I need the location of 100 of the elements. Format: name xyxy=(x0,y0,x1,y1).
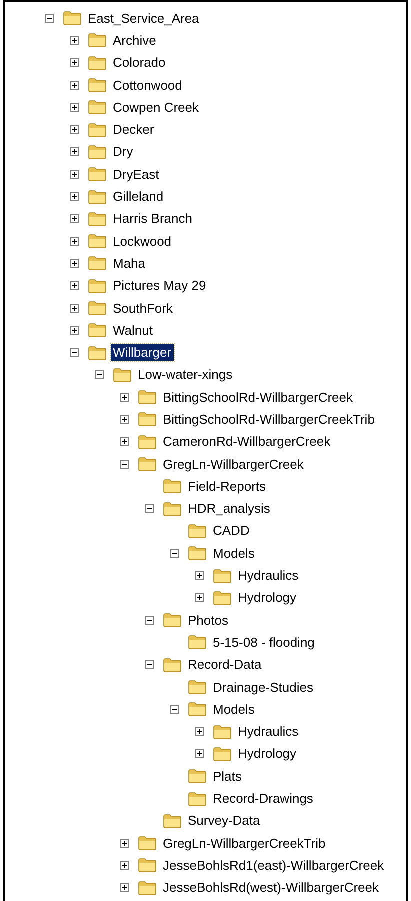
folder-label[interactable]: CADD xyxy=(211,522,252,540)
folder-icon xyxy=(163,612,182,628)
folder-icon xyxy=(163,812,182,829)
folder-label[interactable]: Field-Reports xyxy=(186,478,268,495)
folder-icon xyxy=(188,768,207,784)
folder-icon xyxy=(213,724,232,740)
collapse-icon[interactable] xyxy=(145,660,154,670)
expand-icon[interactable] xyxy=(70,236,79,246)
collapse-icon[interactable] xyxy=(145,616,154,625)
folder-label[interactable]: HDR_analysis xyxy=(186,500,272,518)
folder-label[interactable]: Maha xyxy=(111,254,148,272)
folder-label[interactable]: DryEast xyxy=(111,166,162,183)
folder-icon xyxy=(88,322,107,338)
folder-label[interactable]: Drainage-Studies xyxy=(211,678,316,696)
folder-label[interactable]: Decker xyxy=(111,121,156,138)
expand-icon[interactable] xyxy=(70,58,79,68)
folder-label[interactable]: CameronRd-WillbargerCreek xyxy=(161,433,333,450)
collapse-icon[interactable] xyxy=(70,348,79,358)
folder-icon xyxy=(88,32,107,48)
folder-label[interactable]: Record-Data xyxy=(186,656,264,674)
collapse-icon[interactable] xyxy=(145,504,154,514)
folder-label[interactable]: Archive xyxy=(111,32,158,49)
folder-label[interactable]: Hydraulics xyxy=(236,723,301,740)
folder-icon xyxy=(88,278,107,294)
folder-label[interactable]: Hydrology xyxy=(236,589,299,606)
folder-label[interactable]: Gilleland xyxy=(111,188,166,206)
folder-icon xyxy=(138,411,157,428)
folder-label[interactable]: Lockwood xyxy=(111,232,174,250)
expand-icon[interactable] xyxy=(120,883,129,892)
folder-icon xyxy=(88,166,107,182)
folder-icon xyxy=(213,590,232,606)
folder-label[interactable]: Record-Drawings xyxy=(211,790,316,808)
expand-icon[interactable] xyxy=(70,147,79,156)
folder-icon xyxy=(213,746,232,762)
folder-icon xyxy=(188,679,207,696)
expand-icon[interactable] xyxy=(70,214,79,224)
folder-label[interactable]: BittingSchoolRd-WillbargerCreek xyxy=(161,388,356,406)
folder-label[interactable]: Models xyxy=(211,544,257,562)
folder-icon xyxy=(138,880,157,896)
folder-label[interactable]: Models xyxy=(211,700,257,718)
folder-label[interactable]: Plats xyxy=(211,768,244,785)
folder-label[interactable]: Hydrology xyxy=(236,745,299,762)
folder-label[interactable]: Harris Branch xyxy=(111,210,194,228)
expand-icon[interactable] xyxy=(120,838,129,848)
expand-icon[interactable] xyxy=(70,170,79,179)
folder-icon xyxy=(188,790,207,807)
collapse-icon[interactable] xyxy=(120,460,129,469)
expand-icon[interactable] xyxy=(70,80,79,90)
expand-icon[interactable] xyxy=(70,281,79,290)
collapse-icon[interactable] xyxy=(95,370,104,380)
expand-icon[interactable] xyxy=(70,36,79,45)
expand-icon[interactable] xyxy=(195,571,204,580)
expand-icon[interactable] xyxy=(195,727,204,736)
folder-label[interactable]: Photos xyxy=(186,612,230,629)
folder-icon xyxy=(138,857,157,874)
folder-label[interactable]: Willbarger xyxy=(111,344,174,362)
expand-icon[interactable] xyxy=(120,860,129,870)
expand-icon[interactable] xyxy=(70,258,79,268)
folder-icon xyxy=(88,99,107,116)
expand-icon[interactable] xyxy=(195,749,204,758)
folder-label[interactable]: East_Service_Area xyxy=(86,10,202,27)
folder-label[interactable]: Cottonwood xyxy=(111,76,184,94)
expand-icon[interactable] xyxy=(70,102,79,112)
expand-icon[interactable] xyxy=(120,414,129,424)
collapse-icon[interactable] xyxy=(45,14,54,23)
expand-icon[interactable] xyxy=(195,593,204,602)
folder-icon xyxy=(138,434,157,450)
folder-label[interactable]: GregLn-WillbargerCreek xyxy=(161,456,306,473)
collapse-icon[interactable] xyxy=(170,704,179,714)
folder-label[interactable]: Pictures May 29 xyxy=(111,277,208,294)
expand-icon[interactable] xyxy=(70,125,79,134)
folder-label[interactable]: JesseBohlsRd(west)-WillbargerCreek xyxy=(161,879,382,896)
folder-label[interactable]: SouthFork xyxy=(111,300,175,316)
folder-icon xyxy=(188,701,207,718)
folder-icon xyxy=(88,300,107,316)
folder-icon xyxy=(88,210,107,227)
folder-label[interactable]: Survey-Data xyxy=(186,812,262,830)
folder-label[interactable]: Low-water-xings xyxy=(136,366,235,384)
expand-icon[interactable] xyxy=(120,392,129,402)
expand-icon[interactable] xyxy=(70,192,79,202)
folder-icon xyxy=(88,54,107,71)
folder-icon xyxy=(88,77,107,94)
folder-label[interactable]: 5-15-08 - flooding xyxy=(211,634,317,651)
folder-icon xyxy=(188,522,207,539)
folder-label[interactable]: GregLn-WillbargerCreekTrib xyxy=(161,834,328,852)
folder-icon xyxy=(88,144,107,160)
collapse-icon[interactable] xyxy=(170,548,179,558)
folder-label[interactable]: BittingSchoolRd-WillbargerCreekTrib xyxy=(161,410,377,428)
folder-label[interactable]: Colorado xyxy=(111,54,168,72)
folder-icon xyxy=(88,344,107,361)
folder-label[interactable]: Hydraulics xyxy=(236,567,301,584)
expand-icon[interactable] xyxy=(70,326,79,335)
folder-label[interactable]: Cowpen Creek xyxy=(111,98,201,116)
folder-label[interactable]: Dry xyxy=(111,143,136,160)
expand-icon[interactable] xyxy=(70,304,79,312)
folder-icon xyxy=(138,835,157,852)
folder-label[interactable]: JesseBohlsRd1(east)-WillbargerCreek xyxy=(161,856,386,874)
folder-icon xyxy=(163,500,182,517)
expand-icon[interactable] xyxy=(120,437,129,446)
folder-label[interactable]: Walnut xyxy=(111,322,155,339)
